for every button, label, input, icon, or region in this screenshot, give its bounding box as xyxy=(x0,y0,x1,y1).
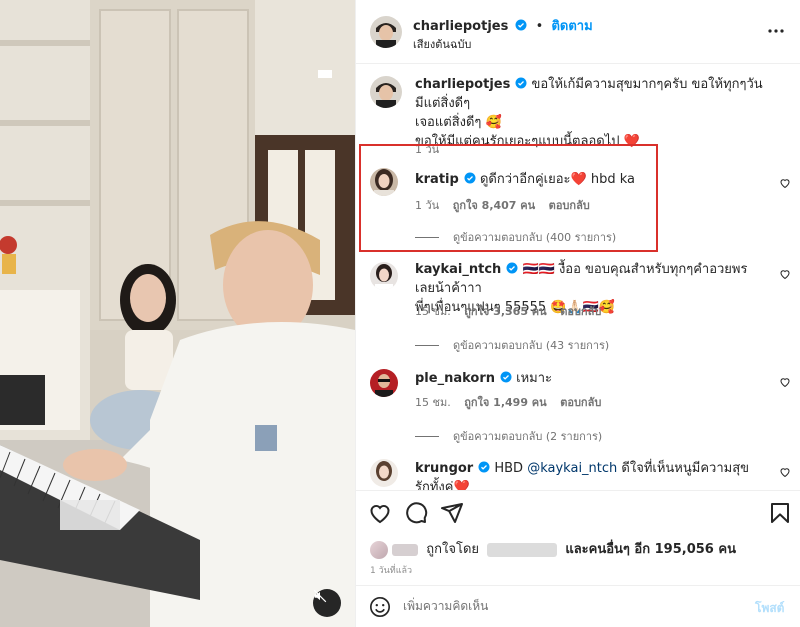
comment-like-heart-icon[interactable] xyxy=(779,268,791,280)
post-video[interactable] xyxy=(0,0,355,627)
author-username[interactable]: charliepotjes xyxy=(413,19,508,34)
comment-like-heart-icon[interactable] xyxy=(779,376,791,388)
comment-meta: 1 วัน ถูกใจ 8,407 คน ตอบกลับ xyxy=(415,196,600,214)
comment-text: ple_nakorn เหมาะ xyxy=(415,369,765,388)
comment-text: kratip ดูดีกว่าอีกคู่เยอะ❤️ hbd ka xyxy=(415,170,765,189)
post-time[interactable]: 1 วันที่แล้ว xyxy=(370,563,412,577)
volume-muted-icon xyxy=(313,589,327,603)
comment-like-heart-icon[interactable] xyxy=(779,177,791,189)
view-replies-button[interactable]: ดูข้อความตอบกลับ (43 รายการ) xyxy=(415,336,609,354)
replies-line xyxy=(415,345,439,346)
commenter-username[interactable]: krungor xyxy=(415,461,473,476)
comment-input[interactable] xyxy=(403,594,733,618)
comments-list[interactable]: charliepotjes ขอให้เก้มีความสุขมากๆครับ … xyxy=(356,65,800,490)
mention-link[interactable]: @kaykai_ntch xyxy=(527,461,617,476)
comment-like-heart-icon[interactable] xyxy=(779,466,791,478)
commenter-avatar[interactable] xyxy=(370,459,398,487)
caption-meta: 1 วัน xyxy=(415,140,449,158)
add-comment-bar: โพสต์ xyxy=(355,585,800,627)
commenter-avatar[interactable] xyxy=(370,262,398,290)
replies-line xyxy=(415,436,439,437)
caption-time[interactable]: 1 วัน xyxy=(415,143,439,156)
blurred-name xyxy=(392,543,419,556)
likes-summary[interactable]: ถูกใจโดย และคนอื่นๆ อีก 195,056 คน xyxy=(370,538,736,560)
verified-badge-icon xyxy=(515,77,527,89)
comment-likes[interactable]: ถูกใจ 3,365 คน xyxy=(464,305,546,318)
commenter-avatar[interactable] xyxy=(370,168,398,196)
replies-line xyxy=(415,237,439,238)
reply-button[interactable]: ตอบกลับ xyxy=(549,199,590,212)
view-replies-label: ดูข้อความตอบกลับ (2 รายการ) xyxy=(453,430,603,443)
video-frame xyxy=(0,0,355,627)
comment-meta: 15 ชม. ถูกใจ 3,365 คน ตอบกลับ xyxy=(415,302,611,320)
view-replies-label: ดูข้อความตอบกลับ (43 รายการ) xyxy=(453,339,610,352)
verified-badge-icon xyxy=(500,371,512,383)
comment-body-prefix: HBD xyxy=(494,461,524,476)
header-title-row: charliepotjes • ติดตาม xyxy=(413,15,593,36)
comment-time[interactable]: 15 ชม. xyxy=(415,396,451,409)
send-icon[interactable] xyxy=(440,501,464,525)
commenter-username[interactable]: ple_nakorn xyxy=(415,371,495,386)
verified-badge-icon xyxy=(464,172,476,184)
comment-text: krungor HBD @kaykai_ntch ดีใจที่เห็นหนูม… xyxy=(415,459,765,490)
caption-text: charliepotjes ขอให้เก้มีความสุขมากๆครับ … xyxy=(415,75,765,151)
comment-likes[interactable]: ถูกใจ 8,407 คน xyxy=(453,199,535,212)
more-options-button[interactable] xyxy=(764,22,788,40)
view-replies-label: ดูข้อความตอบกลับ (400 รายการ) xyxy=(453,231,617,244)
comment-body: เหมาะ xyxy=(516,371,553,386)
comment-meta: 15 ชม. ถูกใจ 1,499 คน ตอบกลับ xyxy=(415,393,611,411)
verified-badge-icon xyxy=(478,461,490,473)
commenter-avatar[interactable] xyxy=(370,369,398,397)
mute-button[interactable] xyxy=(313,589,341,617)
verified-badge-icon xyxy=(506,262,518,274)
caption-line-2: เจอแต่สิ่งดีๆ 🥰 xyxy=(415,115,502,130)
audio-label[interactable]: เสียงต้นฉบับ xyxy=(413,35,471,53)
comment-likes[interactable]: ถูกใจ 1,499 คน xyxy=(464,396,546,409)
post-comment-button[interactable]: โพสต์ xyxy=(755,599,784,618)
blurred-liker-name xyxy=(487,542,558,557)
commenter-username[interactable]: kratip xyxy=(415,172,459,187)
view-replies-button[interactable]: ดูข้อความตอบกลับ (2 รายการ) xyxy=(415,427,602,445)
caption-avatar[interactable] xyxy=(370,76,402,108)
comment-time[interactable]: 15 ชม. xyxy=(415,305,451,318)
header-separator: • xyxy=(535,19,544,34)
liked-by-label: ถูกใจโดย xyxy=(426,542,480,557)
post-header: charliepotjes • ติดตาม เสียงต้นฉบับ xyxy=(356,0,800,64)
comment-icon[interactable] xyxy=(404,501,428,525)
caption-username[interactable]: charliepotjes xyxy=(415,77,510,92)
emoji-icon[interactable] xyxy=(369,596,391,618)
more-horizontal-icon xyxy=(768,29,784,33)
heart-icon[interactable] xyxy=(368,501,392,525)
others-count[interactable]: และคนอื่นๆ อีก 195,056 คน xyxy=(565,542,736,557)
commenter-username[interactable]: kaykai_ntch xyxy=(415,262,501,277)
reply-button[interactable]: ตอบกลับ xyxy=(560,305,601,318)
comment-body: ดูดีกว่าอีกคู่เยอะ❤️ hbd ka xyxy=(479,172,635,187)
reply-button[interactable]: ตอบกลับ xyxy=(560,396,601,409)
follow-button[interactable]: ติดตาม xyxy=(551,19,592,34)
post-panel: charliepotjes • ติดตาม เสียงต้นฉบับ char… xyxy=(355,0,800,627)
view-replies-button[interactable]: ดูข้อความตอบกลับ (400 รายการ) xyxy=(415,228,616,246)
comment-time[interactable]: 1 วัน xyxy=(415,199,439,212)
verified-badge-icon xyxy=(515,19,527,31)
author-avatar[interactable] xyxy=(370,16,402,48)
liker-avatar-blurred xyxy=(370,540,388,559)
bookmark-icon[interactable] xyxy=(768,501,792,525)
